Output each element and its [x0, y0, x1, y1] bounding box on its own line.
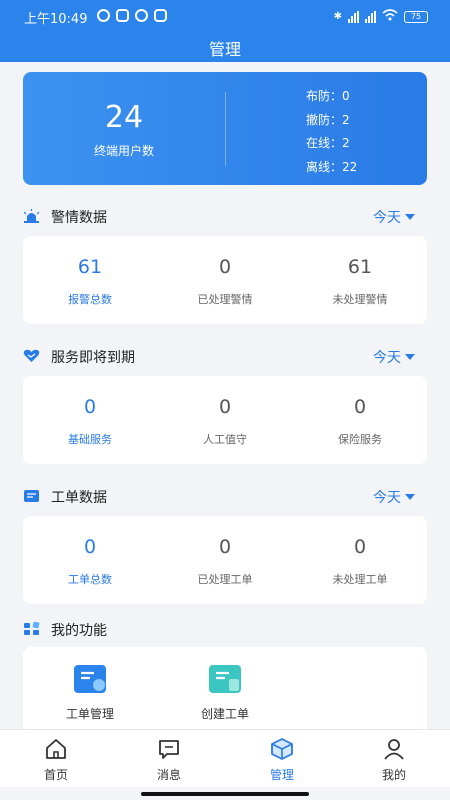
ticket-unhandled-cell[interactable]: 0 未处理工单	[293, 516, 427, 604]
function-label: 工单管理	[65, 707, 114, 721]
function-label: 创建工单	[200, 707, 249, 721]
manual-guard-cell[interactable]: 0 人工值守	[158, 376, 292, 464]
filter-label: 今天	[373, 350, 401, 366]
chevron-down-icon	[405, 494, 415, 500]
tab-label: 消息	[156, 768, 181, 782]
stat-label: 报警总数	[68, 293, 112, 306]
status-right: ✱ 75	[334, 9, 428, 24]
stat-value: 0	[353, 396, 367, 418]
online-stat: 在线：2	[306, 136, 350, 150]
user-icon	[384, 739, 404, 760]
alarm-stats-card: 61 报警总数 0 已处理警情 61 未处理警情	[23, 236, 427, 324]
terminal-user-count: 24	[104, 100, 144, 135]
stat-label: 已处理工单	[197, 573, 253, 586]
tab-mine[interactable]: 我的	[349, 738, 439, 783]
alarm-handled-cell[interactable]: 0 已处理警情	[158, 236, 292, 324]
alarm-total-cell[interactable]: 61 报警总数	[23, 236, 157, 324]
top-bar: 上午10:49 ✱ 75 管理	[0, 0, 450, 62]
ticket-manage-button[interactable]: 工单管理	[23, 665, 157, 722]
stat-value: 0	[83, 536, 97, 558]
stat-label: 未处理警情	[332, 293, 388, 306]
tab-home[interactable]: 首页	[11, 738, 101, 783]
tab-label: 我的	[381, 768, 406, 782]
stat-label: 人工值守	[203, 433, 247, 446]
disarmed-stat: 撤防：2	[306, 112, 350, 127]
bottom-tab-bar: 首页 消息 管理 我的	[0, 729, 450, 787]
section-title: 服务即将到期	[51, 350, 135, 366]
stat-value: 0	[218, 396, 232, 418]
alarm-section-header: 警情数据 今天	[23, 205, 427, 229]
service-stats-card: 0 基础服务 0 人工值守 0 保险服务	[23, 376, 427, 464]
terminal-user-label: 终端用户数	[93, 144, 154, 158]
summary-stats: 布防：0 撤防：2 在线：2 离线：22	[306, 85, 357, 179]
offline-stat: 离线：22	[306, 159, 358, 174]
basic-service-cell[interactable]: 0 基础服务	[23, 376, 157, 464]
ticket-section-header: 工单数据 今天	[23, 485, 427, 509]
stat-label: 已处理警情	[197, 293, 253, 306]
alarm-date-filter[interactable]: 今天	[373, 207, 415, 227]
functions-card: 工单管理 创建工单	[23, 647, 427, 729]
ticket-icon	[24, 490, 39, 502]
tab-label: 管理	[269, 768, 294, 782]
stat-value: 0	[218, 536, 232, 558]
ticket-handled-cell[interactable]: 0 已处理工单	[158, 516, 292, 604]
service-expiry-section-header: 服务即将到期 今天	[23, 345, 427, 369]
chevron-down-icon	[405, 354, 415, 360]
stat-label: 基础服务	[68, 433, 112, 446]
create-ticket-button[interactable]: 创建工单	[158, 665, 292, 722]
filter-label: 今天	[373, 490, 401, 506]
filter-label: 今天	[373, 210, 401, 226]
app-notification-icon	[116, 9, 129, 22]
camera-notification-icon	[135, 9, 148, 22]
ticket-date-filter[interactable]: 今天	[373, 487, 415, 507]
stat-label: 保险服务	[338, 433, 382, 446]
status-bar: 上午10:49 ✱ 75	[0, 0, 450, 30]
section-title: 我的功能	[51, 623, 107, 639]
ticket-manage-icon	[74, 665, 106, 693]
notification-icons	[97, 9, 167, 22]
create-ticket-icon	[209, 665, 241, 693]
tab-label: 首页	[43, 768, 68, 782]
tab-messages[interactable]: 消息	[124, 738, 214, 783]
functions-section-header: 我的功能	[23, 618, 427, 642]
signal-icon-2	[365, 10, 376, 23]
stat-value: 0	[83, 396, 97, 418]
stat-value: 61	[347, 256, 373, 278]
battery-icon: 75	[404, 10, 428, 23]
armed-stat: 布防：0	[306, 89, 350, 103]
stat-label: 工单总数	[68, 573, 112, 586]
section-title: 工单数据	[51, 490, 107, 506]
alarm-light-icon	[23, 209, 40, 223]
stat-value: 0	[218, 256, 232, 278]
heart-handshake-icon	[23, 349, 40, 362]
stat-value: 0	[353, 536, 367, 558]
ticket-total-cell[interactable]: 0 工单总数	[23, 516, 157, 604]
signal-icon	[348, 10, 359, 23]
terminal-user-summary-card[interactable]: 24 终端用户数 布防：0 撤防：2 在线：2 离线：22	[23, 72, 427, 185]
grid-apps-icon	[24, 622, 40, 635]
wifi-icon	[382, 9, 398, 24]
home-indicator[interactable]	[141, 792, 309, 796]
alarm-clock-icon	[97, 9, 110, 22]
tab-manage[interactable]: 管理	[237, 738, 327, 783]
home-icon	[46, 739, 66, 759]
alarm-unhandled-cell[interactable]: 61 未处理警情	[293, 236, 427, 324]
status-time: 上午10:49	[24, 12, 88, 27]
box-icon	[271, 738, 293, 760]
ticket-stats-card: 0 工单总数 0 已处理工单 0 未处理工单	[23, 516, 427, 604]
stat-label: 未处理工单	[332, 573, 388, 586]
chevron-down-icon	[405, 214, 415, 220]
section-title: 警情数据	[51, 210, 107, 226]
android-notification-icon	[154, 9, 167, 22]
bluetooth-icon: ✱	[333, 11, 342, 22]
service-date-filter[interactable]: 今天	[373, 347, 415, 367]
page-title: 管理	[208, 40, 241, 59]
summary-divider	[225, 92, 226, 166]
message-icon	[159, 740, 179, 759]
insurance-service-cell[interactable]: 0 保险服务	[293, 376, 427, 464]
stat-value: 61	[77, 256, 103, 278]
